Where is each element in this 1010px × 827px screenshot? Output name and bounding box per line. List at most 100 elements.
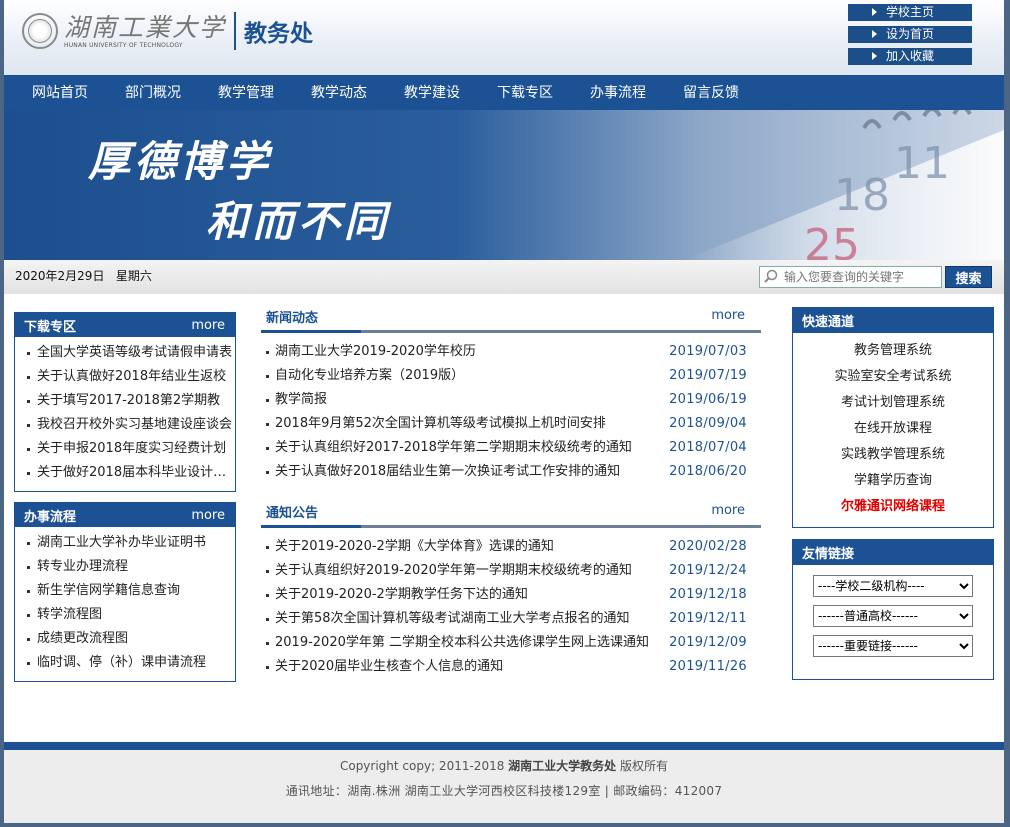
quick-link-exam-plan[interactable]: 考试计划管理系统 bbox=[793, 390, 993, 416]
notice-item[interactable]: 关于认真组织好2019-2020学年第一学期期末校级统考的通知 2019/12/2… bbox=[261, 559, 761, 583]
downloads-box: 下载专区 more 全国大学英语等级考试请假申请表 关于认真做好2018年结业生… bbox=[14, 312, 236, 492]
downloads-header: 下载专区 more bbox=[15, 313, 235, 337]
header-quick-buttons: 学校主页 设为首页 加入收藏 bbox=[848, 4, 972, 70]
motto-line-2: 和而不同 bbox=[206, 197, 391, 246]
add-favorite-button[interactable]: 加入收藏 bbox=[848, 48, 972, 65]
notices-more-link[interactable]: more bbox=[711, 503, 745, 518]
nav-feedback[interactable]: 留言反馈 bbox=[671, 75, 751, 110]
news-item[interactable]: 自动化专业培养方案（2019版） 2019/07/19 bbox=[261, 364, 761, 388]
quick-link-student-status[interactable]: 学籍学历查询 bbox=[793, 468, 993, 494]
nav-teaching-construction[interactable]: 教学建设 bbox=[392, 75, 472, 110]
page-frame: 湖南工業大学 HUNAN UNIVERSITY OF TECHNOLOGY 教务… bbox=[4, 0, 1004, 823]
svg-text:25: 25 bbox=[804, 220, 860, 260]
footer: Copyright copy; 2011-2018 湖南工业大学教务处 版权所有… bbox=[4, 750, 1004, 823]
notices-section: 通知公告 more 关于2019-2020-2学期《大学体育》选课的通知 2020… bbox=[261, 500, 761, 679]
list-item[interactable]: 新生学信网学籍信息查询 bbox=[24, 579, 234, 603]
school-home-button[interactable]: 学校主页 bbox=[848, 4, 972, 21]
nav-teaching-management[interactable]: 教学管理 bbox=[206, 75, 286, 110]
logo-divider bbox=[234, 12, 237, 50]
notice-item[interactable]: 关于第58次全国计算机等级考试湖南工业大学考点报名的通知 2019/12/11 bbox=[261, 607, 761, 631]
quick-link-lab-safety-exam[interactable]: 实验室安全考试系统 bbox=[793, 364, 993, 390]
select-important-links[interactable]: ------重要链接------ bbox=[813, 635, 973, 657]
news-more-link[interactable]: more bbox=[711, 308, 745, 323]
list-item[interactable]: 成绩更改流程图 bbox=[24, 627, 234, 651]
downloads-title: 下载专区 bbox=[24, 319, 77, 335]
svg-text:18: 18 bbox=[834, 170, 890, 221]
logo-cn: 湖南工業大学 bbox=[64, 12, 227, 42]
quick-link-academic-system[interactable]: 教务管理系统 bbox=[793, 338, 993, 364]
list-item[interactable]: 我校召开校外实习基地建设座谈会 bbox=[24, 413, 234, 437]
triangle-right-icon bbox=[872, 52, 877, 60]
procedures-title: 办事流程 bbox=[24, 509, 77, 525]
notice-item[interactable]: 关于2019-2020-2学期教学任务下达的通知 2019/12/18 bbox=[261, 583, 761, 607]
university-seal-icon bbox=[22, 13, 58, 49]
news-item[interactable]: 关于认真做好2018届结业生第一次换证考试工作安排的通知 2018/06/20 bbox=[261, 460, 761, 484]
notice-item[interactable]: 关于2019-2020-2学期《大学体育》选课的通知 2020/02/28 bbox=[261, 535, 761, 559]
quick-link-practice-teaching[interactable]: 实践教学管理系统 bbox=[793, 442, 993, 468]
quick-access-title: 快速通道 bbox=[802, 315, 855, 330]
banner: 11 18 25 厚德博学 和而不同 bbox=[4, 110, 1004, 260]
logo-text: 湖南工業大学 HUNAN UNIVERSITY OF TECHNOLOGY bbox=[64, 12, 227, 49]
friend-links-box: 友情链接 ----学校二级机构---- ------普通高校------ ---… bbox=[792, 539, 994, 680]
notices-header: 通知公告 more bbox=[261, 500, 761, 528]
list-item[interactable]: 关于申报2018年度实习经费计划 bbox=[24, 437, 234, 461]
nav-downloads[interactable]: 下载专区 bbox=[485, 75, 565, 110]
news-item[interactable]: 2018年9月第52次全国计算机等级考试模拟上机时间安排 2018/09/04 bbox=[261, 412, 761, 436]
list-item[interactable]: 临时调、停（补）课申请流程 bbox=[24, 651, 234, 675]
list-item[interactable]: 转专业办理流程 bbox=[24, 555, 234, 579]
list-item[interactable]: 关于填写2017-2018第2学期教 bbox=[24, 389, 234, 413]
procedures-header: 办事流程 more bbox=[15, 503, 235, 527]
triangle-right-icon bbox=[872, 8, 877, 16]
notices-list: 关于2019-2020-2学期《大学体育》选课的通知 2020/02/28 关于认… bbox=[261, 528, 761, 679]
nav-about[interactable]: 部门概况 bbox=[113, 75, 193, 110]
notice-item[interactable]: 2019-2020学年第 二学期全校本科公共选修课学生网上选课通知 2019/12… bbox=[261, 631, 761, 655]
list-item[interactable]: 全国大学英语等级考试请假申请表 bbox=[24, 341, 234, 365]
news-title: 新闻动态 bbox=[266, 311, 319, 326]
friend-links-title: 友情链接 bbox=[802, 547, 855, 562]
downloads-more-link[interactable]: more bbox=[191, 318, 225, 333]
header: 湖南工業大学 HUNAN UNIVERSITY OF TECHNOLOGY 教务… bbox=[4, 0, 1004, 75]
svg-text:11: 11 bbox=[894, 138, 950, 189]
search-button[interactable]: 搜索 bbox=[945, 266, 992, 288]
logo[interactable]: 湖南工業大学 HUNAN UNIVERSITY OF TECHNOLOGY 教务… bbox=[22, 12, 313, 50]
triangle-right-icon bbox=[872, 30, 877, 38]
notice-item[interactable]: 关于2020届毕业生核查个人信息的通知 2019/11/26 bbox=[261, 655, 761, 679]
list-item[interactable]: 湖南工业大学补办毕业证明书 bbox=[24, 531, 234, 555]
quick-link-online-courses[interactable]: 在线开放课程 bbox=[793, 416, 993, 442]
nav-teaching-news[interactable]: 教学动态 bbox=[299, 75, 379, 110]
nav-procedures[interactable]: 办事流程 bbox=[578, 75, 658, 110]
procedures-box: 办事流程 more 湖南工业大学补办毕业证明书 转专业办理流程 新生学信网学籍信… bbox=[14, 502, 236, 682]
downloads-list: 全国大学英语等级考试请假申请表 关于认真做好2018年结业生返校 关于填写201… bbox=[15, 337, 235, 485]
footer-divider bbox=[4, 742, 1004, 750]
procedures-list: 湖南工业大学补办毕业证明书 转专业办理流程 新生学信网学籍信息查询 转学流程图 … bbox=[15, 527, 235, 675]
news-item[interactable]: 关于认真组织好2017-2018学年第二学期期末校级统考的通知 2018/07/0… bbox=[261, 436, 761, 460]
set-homepage-button[interactable]: 设为首页 bbox=[848, 26, 972, 43]
nav-home[interactable]: 网站首页 bbox=[20, 75, 100, 110]
current-date: 2020年2月29日 星期六 bbox=[15, 269, 152, 283]
list-item[interactable]: 关于做好2018届本科毕业设计工作 bbox=[24, 461, 234, 485]
select-school-units[interactable]: ----学校二级机构---- bbox=[813, 575, 973, 597]
quick-access-list: 教务管理系统 实验室安全考试系统 考试计划管理系统 在线开放课程 实践教学管理系… bbox=[793, 333, 993, 520]
calendar-graphic: 11 18 25 bbox=[684, 110, 1004, 260]
copyright: Copyright copy; 2011-2018 湖南工业大学教务处 版权所有 bbox=[339, 759, 669, 773]
motto-line-1: 厚德博学 bbox=[88, 137, 273, 186]
news-item[interactable]: 教学简报 2019/06/19 bbox=[261, 388, 761, 412]
news-item[interactable]: 湖南工业大学2019-2020学年校历 2019/07/03 bbox=[261, 340, 761, 364]
main-nav: 网站首页 部门概况 教学管理 教学动态 教学建设 下载专区 办事流程 留言反馈 bbox=[4, 75, 1004, 110]
notices-title: 通知公告 bbox=[266, 506, 319, 521]
address: 通讯地址：湖南.株洲 湖南工业大学河西校区科技楼129室 | 邮政编码：4120… bbox=[285, 784, 723, 798]
quick-access-box: 快速通道 教务管理系统 实验室安全考试系统 考试计划管理系统 在线开放课程 实践… bbox=[792, 307, 994, 528]
search-input[interactable] bbox=[759, 266, 942, 288]
quick-access-header: 快速通道 bbox=[793, 308, 993, 333]
quick-link-erya-courses[interactable]: 尔雅通识网络课程 bbox=[793, 494, 993, 520]
search-icon bbox=[764, 269, 778, 283]
logo-en: HUNAN UNIVERSITY OF TECHNOLOGY bbox=[64, 41, 183, 49]
department-title: 教务处 bbox=[244, 21, 314, 47]
friend-links-header: 友情链接 bbox=[793, 540, 993, 565]
list-item[interactable]: 关于认真做好2018年结业生返校 bbox=[24, 365, 234, 389]
select-universities[interactable]: ------普通高校------ bbox=[813, 605, 973, 627]
news-header: 新闻动态 more bbox=[261, 305, 761, 333]
list-item[interactable]: 转学流程图 bbox=[24, 603, 234, 627]
procedures-more-link[interactable]: more bbox=[191, 508, 225, 523]
news-section: 新闻动态 more 湖南工业大学2019-2020学年校历 2019/07/03 … bbox=[261, 305, 761, 484]
